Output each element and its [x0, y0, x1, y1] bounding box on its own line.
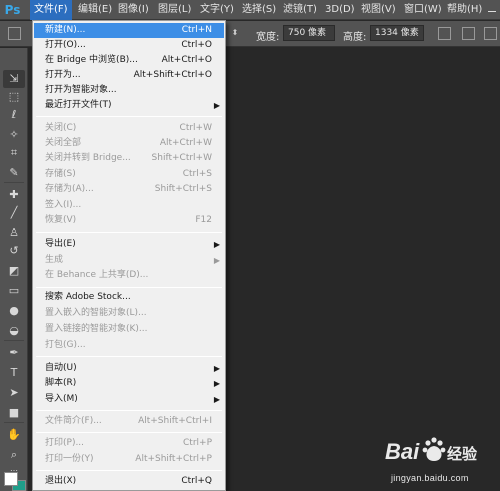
submenu-arrow-icon: ▶: [213, 101, 220, 110]
height-label: 高度:: [343, 32, 367, 43]
menu-separator: [36, 410, 222, 411]
minimize-icon[interactable]: [486, 2, 498, 16]
gradient-tool-icon[interactable]: ▭: [3, 282, 25, 300]
add-selection-icon[interactable]: [462, 27, 475, 40]
marquee-tool-icon[interactable]: ⬚: [3, 88, 25, 106]
height-field[interactable]: 1334 像素: [370, 25, 424, 41]
menu-item-new[interactable]: 新建(N)... Ctrl+N: [34, 23, 224, 38]
new-selection-icon[interactable]: [438, 27, 451, 40]
menu-layer[interactable]: 图层(L): [154, 0, 195, 20]
tool-preset-icon[interactable]: [8, 27, 21, 40]
foreground-color-swatch[interactable]: [4, 472, 18, 486]
watermark-url: jingyan.baidu.com: [391, 473, 469, 483]
svg-text:Bai: Bai: [385, 439, 420, 464]
healing-brush-tool-icon[interactable]: ✚: [3, 186, 25, 204]
menu-separator: [36, 232, 222, 233]
quick-select-tool-icon[interactable]: ✧: [3, 126, 25, 144]
submenu-arrow-icon: ▶: [213, 240, 220, 249]
history-brush-tool-icon[interactable]: ↺: [3, 242, 25, 260]
shape-tool-icon[interactable]: ■: [3, 404, 25, 422]
style-dropdown-arrow[interactable]: ⬍: [230, 25, 240, 41]
menu-item-open-smart-object[interactable]: 打开为智能对象...: [34, 83, 224, 98]
menu-select[interactable]: 选择(S): [238, 0, 280, 20]
baidu-jingyan-logo: Bai 经验: [385, 437, 478, 464]
menu-edit[interactable]: 编辑(E): [74, 0, 116, 20]
menu-item-scripts[interactable]: 脚本(R) ▶: [34, 376, 224, 391]
menu-item-save-as: 存储为(A)... Shift+Ctrl+S: [45, 184, 212, 194]
menu-item-save: 存储(S) Ctrl+S: [45, 169, 212, 179]
menu-item-recent-files[interactable]: 最近打开文件(T) ▶: [34, 98, 224, 113]
eyedropper-tool-icon[interactable]: ✎: [3, 164, 25, 182]
menu-type[interactable]: 文字(Y): [196, 0, 238, 20]
clone-stamp-tool-icon[interactable]: ♙: [3, 224, 25, 242]
menu-item-close-all: 关闭全部 Alt+Ctrl+W: [45, 138, 212, 148]
menu-view[interactable]: 视图(V): [357, 0, 400, 20]
menu-item-place-linked: 置入链接的智能对象(K)...: [45, 324, 148, 334]
menu-bar: Ps 文件(F) 编辑(E) 图像(I) 图层(L) 文字(Y) 选择(S) 滤…: [0, 0, 500, 20]
menu-separator: [36, 116, 222, 117]
menu-separator: [36, 356, 222, 357]
path-select-tool-icon[interactable]: ➤: [3, 384, 25, 402]
menu-item-generate: 生成 ▶: [34, 253, 224, 268]
menu-item-package: 打包(G)...: [45, 340, 86, 350]
crop-tool-icon[interactable]: ⌗: [3, 144, 25, 162]
menu-image[interactable]: 图像(I): [114, 0, 153, 20]
dodge-tool-icon[interactable]: ◒: [3, 322, 25, 340]
menu-filter[interactable]: 滤镜(T): [279, 0, 321, 20]
menu-item-browse-bridge[interactable]: 在 Bridge 中浏览(B)... Alt+Ctrl+O: [34, 53, 224, 68]
blur-tool-icon[interactable]: ●: [3, 302, 25, 320]
menu-item-automate[interactable]: 自动(U) ▶: [34, 361, 224, 376]
menu-item-open-as[interactable]: 打开为... Alt+Shift+Ctrl+O: [34, 68, 224, 83]
baidu-watermark: Bai 经验 jingyan.baidu.com: [385, 433, 495, 487]
submenu-arrow-icon: ▶: [213, 256, 220, 265]
menu-item-share-behance: 在 Behance 上共享(D)...: [45, 270, 149, 280]
tool-divider: [4, 422, 24, 423]
menu-item-search-adobe-stock[interactable]: 搜索 Adobe Stock...: [34, 290, 224, 305]
tool-divider: [4, 182, 24, 183]
menu-item-exit[interactable]: 退出(X) Ctrl+Q: [34, 474, 224, 489]
tools-panel: ⇲ ⬚ ℓ ✧ ⌗ ✎ ✚ ╱ ♙ ↺ ◩ ▭ ● ◒ ✒ T ➤ ■ ✋ ⌕ …: [0, 48, 28, 491]
type-tool-icon[interactable]: T: [3, 364, 25, 382]
menu-separator: [36, 432, 222, 433]
file-menu-dropdown: 新建(N)... Ctrl+N 打开(O)... Ctrl+O 在 Bridge…: [32, 20, 226, 491]
submenu-arrow-icon: ▶: [213, 364, 220, 373]
brush-tool-icon[interactable]: ╱: [3, 204, 25, 222]
menu-separator: [36, 287, 222, 288]
move-tool-icon[interactable]: ⇲: [3, 70, 25, 88]
menu-separator: [36, 470, 222, 471]
pen-tool-icon[interactable]: ✒: [3, 344, 25, 362]
eraser-tool-icon[interactable]: ◩: [3, 262, 25, 280]
menu-help[interactable]: 帮助(H): [443, 0, 486, 20]
menu-item-print: 打印(P)... Ctrl+P: [45, 438, 212, 448]
menu-item-export[interactable]: 导出(E) ▶: [34, 237, 224, 252]
menu-file[interactable]: 文件(F): [30, 0, 72, 20]
width-label: 宽度:: [256, 32, 280, 43]
menu-item-place-embedded: 置入嵌入的智能对象(L)...: [45, 308, 147, 318]
menu-3d[interactable]: 3D(D): [321, 0, 359, 20]
tool-divider: [4, 340, 24, 341]
submenu-arrow-icon: ▶: [213, 379, 220, 388]
menu-item-file-info: 文件简介(F)... Alt+Shift+Ctrl+I: [45, 416, 212, 426]
hand-tool-icon[interactable]: ✋: [3, 426, 25, 444]
menu-item-print-one-copy: 打印一份(Y) Alt+Shift+Ctrl+P: [45, 454, 212, 464]
menu-item-import[interactable]: 导入(M) ▶: [34, 392, 224, 407]
menu-item-revert: 恢复(V) F12: [45, 215, 212, 225]
photoshop-logo: Ps: [4, 3, 21, 17]
width-field[interactable]: 750 像素: [283, 25, 335, 41]
menu-item-close: 关闭(C) Ctrl+W: [45, 123, 212, 133]
menu-item-open[interactable]: 打开(O)... Ctrl+O: [34, 38, 224, 53]
menu-item-close-go-bridge: 关闭并转到 Bridge... Shift+Ctrl+W: [45, 153, 212, 163]
menu-window[interactable]: 窗口(W): [400, 0, 446, 20]
svg-text:经验: 经验: [447, 445, 478, 463]
lasso-tool-icon[interactable]: ℓ: [3, 106, 25, 124]
submenu-arrow-icon: ▶: [213, 395, 220, 404]
intersect-selection-icon[interactable]: [484, 27, 497, 40]
menu-item-check-in: 签入(I)...: [45, 200, 82, 210]
